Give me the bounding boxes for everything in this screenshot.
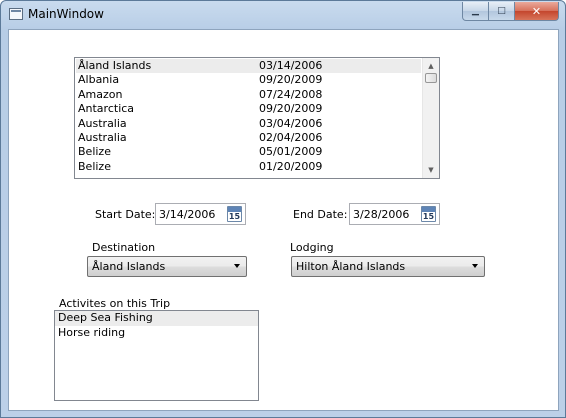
calendar-icon[interactable]: 15: [421, 206, 436, 222]
country-name: Albania: [78, 73, 120, 87]
destination-value: Åland Islands: [92, 260, 166, 273]
scroll-up-arrow-icon[interactable]: ▲: [423, 58, 439, 74]
window-title: MainWindow: [28, 7, 104, 21]
scroll-thumb[interactable]: [425, 73, 437, 83]
start-date-value[interactable]: 3/14/2006: [159, 208, 215, 221]
country-row[interactable]: Australia 03/04/2006: [76, 117, 421, 131]
main-window: MainWindow ▁ □ ✕ Åland Islands 03/14/200…: [0, 0, 566, 418]
maximize-button[interactable]: □: [489, 2, 515, 21]
minimize-icon: ▁: [472, 6, 479, 16]
calendar-day: 15: [228, 212, 241, 221]
country-list[interactable]: Åland Islands 03/14/2006 Albania 09/20/2…: [74, 57, 440, 179]
chevron-down-icon[interactable]: [234, 264, 240, 268]
country-name: Antarctica: [78, 102, 135, 116]
window-content: Åland Islands 03/14/2006 Albania 09/20/2…: [8, 29, 559, 411]
lodging-value: Hilton Åland Islands: [296, 260, 406, 273]
country-date: 09/20/2009: [259, 102, 323, 116]
country-date: 09/20/2009: [259, 73, 323, 87]
country-name: Belize: [78, 159, 111, 173]
close-icon: ✕: [531, 4, 542, 18]
end-date-value[interactable]: 3/28/2006: [353, 208, 409, 221]
caption-buttons: ▁ □ ✕: [462, 2, 559, 21]
country-name: Åland Islands: [78, 59, 152, 72]
destination-label: Destination: [92, 241, 156, 254]
title-bar[interactable]: MainWindow ▁ □ ✕: [1, 1, 565, 29]
country-date: 03/14/2006: [259, 59, 323, 72]
end-date-label: End Date:: [293, 208, 348, 221]
country-date: 03/04/2006: [259, 116, 323, 130]
end-date-picker[interactable]: 3/28/2006 15: [349, 203, 440, 225]
vertical-scrollbar[interactable]: ▲ ▼: [422, 58, 439, 178]
country-row[interactable]: Australia 02/04/2006: [76, 131, 421, 145]
country-row[interactable]: Belize 05/01/2009: [76, 145, 421, 159]
country-name: Belize: [78, 145, 111, 159]
country-row[interactable]: Albania 09/20/2009: [76, 73, 421, 87]
scroll-down-arrow-icon[interactable]: ▼: [423, 162, 439, 178]
country-name: Australia: [78, 130, 127, 144]
country-date: 07/24/2008: [259, 87, 323, 101]
country-name: Australia: [78, 116, 127, 130]
activities-list[interactable]: Deep Sea Fishing Horse riding: [54, 310, 259, 401]
country-date: 01/20/2009: [259, 159, 323, 173]
calendar-day: 15: [422, 212, 435, 221]
start-date-label: Start Date:: [95, 208, 156, 221]
minimize-button[interactable]: ▁: [462, 2, 489, 21]
calendar-icon[interactable]: 15: [227, 206, 242, 222]
activity-item[interactable]: Deep Sea Fishing: [55, 311, 258, 326]
country-row[interactable]: Åland Islands 03/14/2006: [76, 59, 421, 74]
activity-item[interactable]: Horse riding: [55, 326, 258, 341]
maximize-icon: □: [497, 6, 506, 16]
country-row[interactable]: Antarctica 09/20/2009: [76, 102, 421, 116]
lodging-combobox[interactable]: Hilton Åland Islands: [291, 256, 485, 277]
chevron-down-icon[interactable]: [472, 264, 478, 268]
start-date-picker[interactable]: 3/14/2006 15: [155, 203, 246, 225]
window-icon[interactable]: [9, 8, 23, 20]
country-date: 05/01/2009: [259, 145, 323, 159]
country-row[interactable]: Belize 01/20/2009: [76, 160, 421, 174]
close-button[interactable]: ✕: [515, 2, 559, 21]
country-name: Amazon: [78, 87, 123, 101]
lodging-label: Lodging: [290, 241, 334, 254]
country-row[interactable]: Amazon 07/24/2008: [76, 88, 421, 102]
activities-label: Activites on this Trip: [59, 297, 171, 310]
country-date: 02/04/2006: [259, 130, 323, 144]
destination-combobox[interactable]: Åland Islands: [87, 256, 247, 277]
